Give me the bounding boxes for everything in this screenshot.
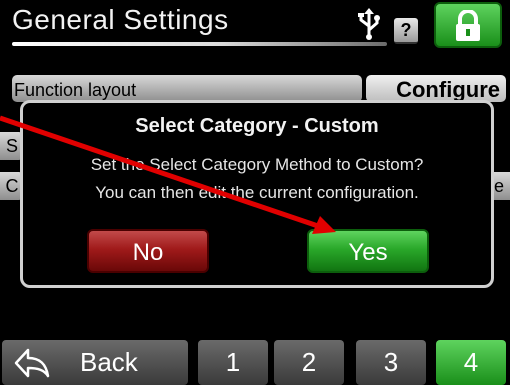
back-label: Back (80, 347, 138, 377)
page-title: General Settings (12, 4, 229, 35)
list-row-function-layout[interactable]: Function layout Configure (0, 72, 510, 102)
row-label: Function layout (12, 75, 362, 102)
page-button-1[interactable]: 1 (198, 340, 268, 385)
header: General Settings ? (0, 0, 510, 58)
help-button[interactable]: ? (394, 18, 418, 44)
back-arrow-icon (14, 348, 50, 378)
yes-button[interactable]: Yes (307, 229, 429, 273)
page-button-4[interactable]: 4 (436, 340, 506, 385)
confirm-dialog: Select Category - Custom Set the Select … (20, 100, 494, 288)
usb-icon (358, 8, 380, 40)
page-button-2[interactable]: 2 (274, 340, 344, 385)
help-label: ? (400, 20, 412, 40)
row-value[interactable]: Configure (366, 75, 506, 102)
lock-button[interactable] (434, 2, 502, 48)
dialog-title: Select Category - Custom (135, 115, 379, 137)
dialog-message-line-2: You can then edit the current configurat… (95, 183, 419, 202)
lock-icon (456, 10, 480, 41)
back-button[interactable]: Back (2, 340, 188, 385)
dialog-message: Set the Select Category Method to Custom… (23, 151, 491, 207)
footer-nav: Back 1 2 3 4 (0, 340, 510, 385)
page-button-3[interactable]: 3 (356, 340, 426, 385)
dialog-message-line-1: Set the Select Category Method to Custom… (90, 155, 424, 174)
no-button[interactable]: No (87, 229, 209, 273)
title-underline (12, 42, 387, 46)
